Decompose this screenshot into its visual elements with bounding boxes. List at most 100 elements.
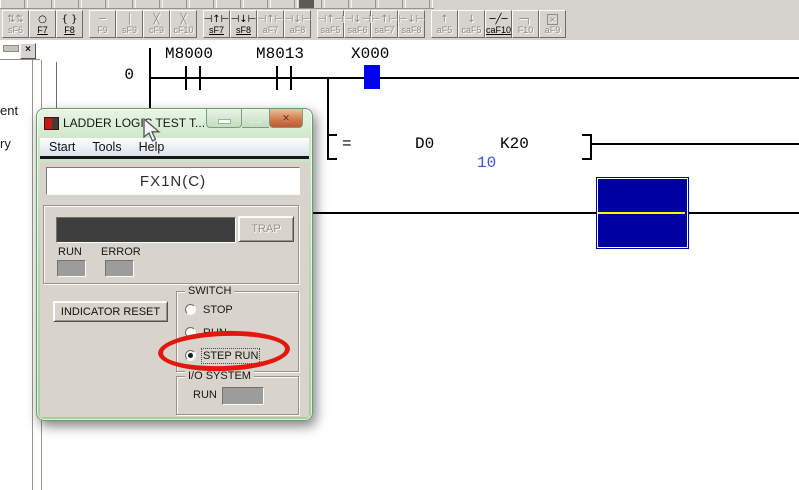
radio-option[interactable]: STOP <box>185 302 258 317</box>
toolbar-button[interactable]: ⊣↑⊣ saF5 <box>317 10 344 38</box>
mouse-cursor-icon <box>143 118 165 144</box>
function-key-label: sF6 <box>8 25 23 35</box>
radio-label: STOP <box>203 304 233 316</box>
ladder-symbol-icon: │ <box>126 14 132 25</box>
close-button[interactable]: × <box>269 109 303 128</box>
contact-symbol[interactable] <box>290 66 292 90</box>
toolbar-button[interactable]: ↓ caF5 <box>458 10 485 38</box>
compare-output-line <box>590 143 799 145</box>
toolbar-button[interactable]: ⊣↓⊣ saF6 <box>344 10 371 38</box>
minimize-button[interactable] <box>206 109 242 128</box>
function-key-label: caF5 <box>461 25 481 35</box>
error-led-indicator <box>105 260 134 277</box>
io-system-group-label: I/O SYSTEM <box>185 370 254 382</box>
contact-label: M8013 <box>256 45 304 63</box>
toolbar-button[interactable]: ⇅⇅ sF6 <box>2 10 29 38</box>
radio-icon[interactable] <box>185 304 196 315</box>
toolbar-button[interactable]: ⊢↑⊢ saF7 <box>371 10 398 38</box>
ladder-symbol-icon: ⊣↑⊢ <box>258 14 284 25</box>
io-run-label: RUN <box>193 389 217 401</box>
function-key-label: saF8 <box>401 25 421 35</box>
contact-symbol[interactable] <box>276 66 278 90</box>
function-key-label: sF9 <box>122 25 137 35</box>
toolbar-button[interactable]: ╳ cF9 <box>143 10 170 38</box>
toolbar-button[interactable]: ⊣↓⊢ aF8 <box>284 10 311 38</box>
function-key-label: sF7 <box>209 25 224 35</box>
toolbar-button[interactable]: { } F8 <box>56 10 83 38</box>
toolbar-button[interactable]: ⊣↓⊢ sF8 <box>230 10 257 38</box>
compare-operand[interactable]: D0 <box>415 135 434 153</box>
gx-developer-screen: ⇅⇅ sF6 ○ F7 { } F8 ─ F9 <box>0 0 799 490</box>
function-key-label: aF5 <box>437 25 453 35</box>
ladder-symbol-icon: ↑ <box>440 14 448 25</box>
ladder-symbol-icon: ⊣↑⊢ <box>204 14 230 25</box>
toolbar-button[interactable]: ⊣↑⊢ sF7 <box>203 10 230 38</box>
io-run-indicator <box>222 387 264 405</box>
function-key-label: aF9 <box>545 25 561 35</box>
close-icon: × <box>282 111 289 125</box>
ladder-symbol-icon: ─┐ <box>519 14 531 25</box>
toolbar-button[interactable]: ─╱─ caF10 <box>485 10 512 38</box>
panel-grip <box>3 45 19 52</box>
toolbar-button[interactable]: ─┐ F10 <box>512 10 539 38</box>
dialog-title: LADDER LOGIC TEST T... <box>63 116 205 130</box>
toolbar-upper-row-stub <box>0 0 434 9</box>
function-key-label: aF7 <box>263 25 279 35</box>
menu-item[interactable]: Start <box>49 140 75 154</box>
contact-label: M8000 <box>165 45 213 63</box>
ladder-symbol-icon: ╳ <box>180 14 186 25</box>
rung-line-1 <box>149 77 799 79</box>
energized-contact-indicator[interactable] <box>364 65 380 89</box>
function-key-label: caF10 <box>486 25 511 35</box>
ladder-symbol-icon: ─╱─ <box>489 14 507 25</box>
toolbar-button[interactable]: ╳ cF10 <box>170 10 197 38</box>
toolbar-pressed-stub <box>299 0 314 8</box>
ladder-symbol-icon: ⊢↓⊢ <box>399 14 425 25</box>
branch-line <box>327 77 329 136</box>
ladder-symbol-icon: ⊢↑⊢ <box>372 14 398 25</box>
toolbar-button[interactable]: ⊢↓⊢ saF8 <box>398 10 425 38</box>
ladder-symbol-icon: × <box>547 14 558 25</box>
function-key-label: saF6 <box>347 25 367 35</box>
ladder-window-border <box>56 62 57 108</box>
function-key-label: saF7 <box>374 25 394 35</box>
status-frame: TRAP RUN ERROR <box>43 205 299 284</box>
maximize-button[interactable] <box>242 109 269 128</box>
toolbar-button[interactable]: ⊣↑⊢ aF7 <box>257 10 284 38</box>
indicator-reset-button[interactable]: INDICATOR RESET <box>53 301 168 322</box>
function-key-label: F10 <box>518 25 534 35</box>
maximize-icon <box>250 113 261 123</box>
function-key-label: aF8 <box>290 25 306 35</box>
function-key-label: F8 <box>64 25 75 35</box>
toolbar-button-row: ⇅⇅ sF6 ○ F7 { } F8 ─ F9 <box>2 10 566 38</box>
contact-symbol[interactable] <box>185 66 187 90</box>
trap-button[interactable]: TRAP <box>238 216 294 242</box>
window-controls: × <box>206 109 303 128</box>
close-icon[interactable]: × <box>20 43 36 59</box>
toolbar-button[interactable]: ─ F9 <box>89 10 116 38</box>
compare-operator: = <box>342 135 352 153</box>
dialog-body: FX1N(C) TRAP RUN ERROR INDICATOR RESET S… <box>40 162 309 417</box>
compare-open-bracket <box>327 134 337 160</box>
toolbar-button[interactable]: ○ F7 <box>29 10 56 38</box>
ladder-logic-test-tool-dialog[interactable]: LADDER LOGIC TEST T... × Start Tools Hel… <box>36 108 313 421</box>
ladder-symbol-icon: ⊣↑⊣ <box>318 14 344 25</box>
switch-group-label: SWITCH <box>185 285 234 297</box>
compare-operand[interactable]: K20 <box>500 135 529 153</box>
ladder-symbol-icon: ⊣↓⊢ <box>231 14 257 25</box>
function-key-label: sF8 <box>236 25 251 35</box>
toolbar-button[interactable]: × aF9 <box>539 10 566 38</box>
function-key-label: F7 <box>37 25 48 35</box>
contact-symbol[interactable] <box>199 66 201 90</box>
ladder-symbol-icon: ○ <box>38 14 47 25</box>
toolbar-button[interactable]: ↑ aF5 <box>431 10 458 38</box>
function-key-label: cF9 <box>149 25 164 35</box>
toolbar-button[interactable]: │ sF9 <box>116 10 143 38</box>
ladder-symbol-icon: ↓ <box>467 14 475 25</box>
error-led-label: ERROR <box>101 246 141 258</box>
project-tree-text-fragment: ry <box>0 136 11 151</box>
function-key-label: F9 <box>97 25 108 35</box>
run-led-indicator <box>57 260 86 277</box>
menu-item[interactable]: Tools <box>92 140 121 154</box>
project-tree-text-fragment: ent <box>0 103 18 118</box>
